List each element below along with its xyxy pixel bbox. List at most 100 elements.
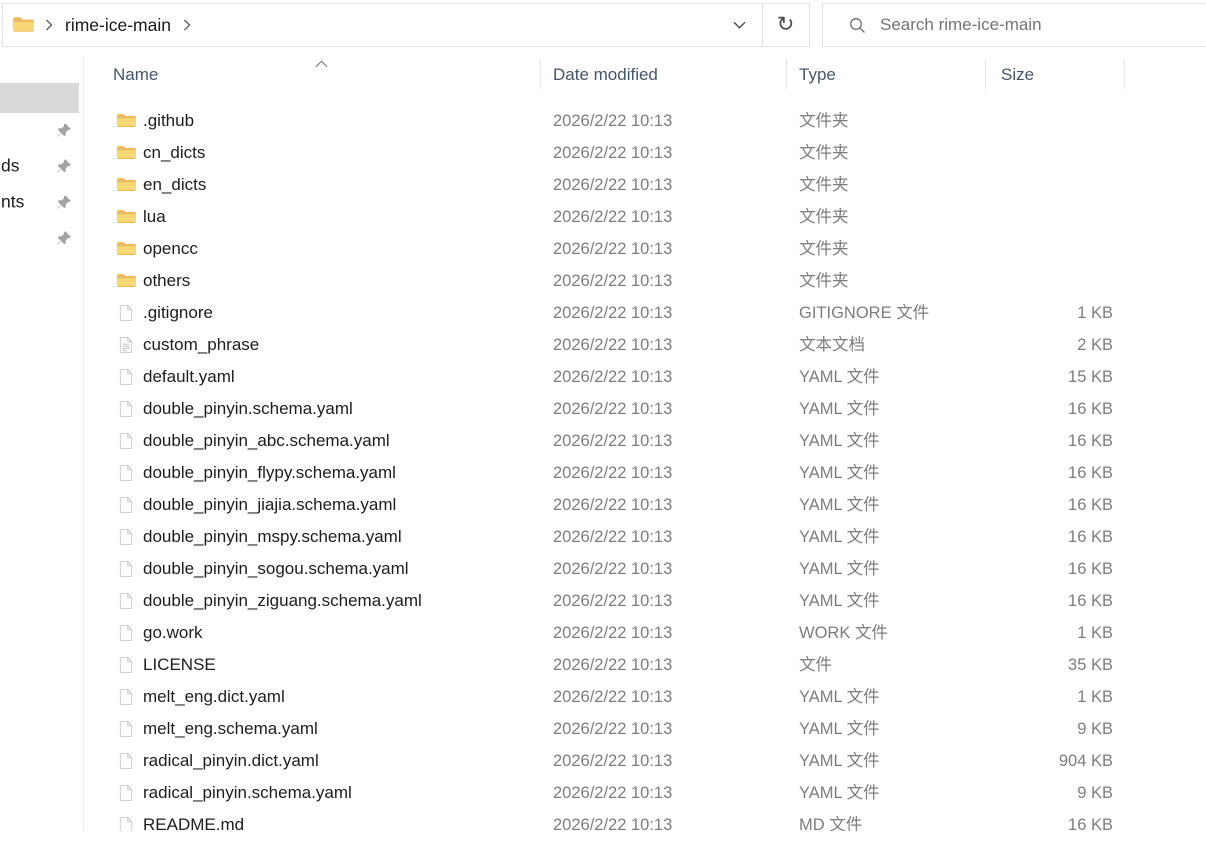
folder-icon <box>116 145 136 161</box>
file-row[interactable]: double_pinyin_mspy.schema.yaml 2026/2/22… <box>84 521 1206 553</box>
pin-icon <box>56 122 72 138</box>
file-date-modified: 2026/2/22 10:13 <box>553 393 672 425</box>
file-name: default.yaml <box>143 361 235 393</box>
file-name: double_pinyin_abc.schema.yaml <box>143 425 390 457</box>
file-size: 16 KB <box>1068 585 1113 617</box>
file-size: 16 KB <box>1068 809 1113 831</box>
file-row[interactable]: radical_pinyin.schema.yaml 2026/2/22 10:… <box>84 777 1206 809</box>
file-size: 9 KB <box>1077 713 1113 745</box>
file-row[interactable]: README.md 2026/2/22 10:13 MD 文件 16 KB <box>84 809 1206 831</box>
file-size: 1 KB <box>1077 681 1113 713</box>
file-type: YAML 文件 <box>799 489 880 521</box>
file-row[interactable]: custom_phrase 2026/2/22 10:13 文本文档 2 KB <box>84 329 1206 361</box>
sidebar-item[interactable]: nts <box>0 184 83 220</box>
column-divider[interactable] <box>786 59 787 90</box>
file-row[interactable]: double_pinyin.schema.yaml 2026/2/22 10:1… <box>84 393 1206 425</box>
file-name: cn_dicts <box>143 137 205 169</box>
file-icon <box>119 400 133 418</box>
file-row[interactable]: melt_eng.schema.yaml 2026/2/22 10:13 YAM… <box>84 713 1206 745</box>
column-header-type[interactable]: Type <box>799 65 836 85</box>
file-row[interactable]: others 2026/2/22 10:13 文件夹 <box>84 265 1206 297</box>
sort-ascending-icon <box>315 55 328 73</box>
file-size: 2 KB <box>1077 329 1113 361</box>
sidebar-item[interactable]: ds <box>0 148 83 184</box>
file-type: YAML 文件 <box>799 553 880 585</box>
file-row[interactable]: en_dicts 2026/2/22 10:13 文件夹 <box>84 169 1206 201</box>
search-box[interactable]: Search rime-ice-main <box>822 3 1206 47</box>
column-divider[interactable] <box>1124 59 1125 90</box>
file-icon <box>119 592 133 610</box>
file-type: YAML 文件 <box>799 425 880 457</box>
file-type: 文件夹 <box>799 265 849 297</box>
file-row[interactable]: double_pinyin_ziguang.schema.yaml 2026/2… <box>84 585 1206 617</box>
folder-icon <box>116 113 136 129</box>
file-type: 文件夹 <box>799 137 849 169</box>
file-row[interactable]: go.work 2026/2/22 10:13 WORK 文件 1 KB <box>84 617 1206 649</box>
file-name: radical_pinyin.dict.yaml <box>143 745 319 777</box>
file-row[interactable]: melt_eng.dict.yaml 2026/2/22 10:13 YAML … <box>84 681 1206 713</box>
file-date-modified: 2026/2/22 10:13 <box>553 553 672 585</box>
file-type: YAML 文件 <box>799 393 880 425</box>
file-size: 16 KB <box>1068 553 1113 585</box>
file-row[interactable]: LICENSE 2026/2/22 10:13 文件 35 KB <box>84 649 1206 681</box>
pin-icon <box>56 194 72 210</box>
file-name: others <box>143 265 190 297</box>
file-type: 文本文档 <box>799 329 865 361</box>
file-date-modified: 2026/2/22 10:13 <box>553 681 672 713</box>
file-icon <box>119 432 133 450</box>
file-date-modified: 2026/2/22 10:13 <box>553 329 672 361</box>
column-header-name[interactable]: Name <box>113 65 158 85</box>
folder-icon <box>116 177 136 193</box>
file-type: YAML 文件 <box>799 745 880 777</box>
file-date-modified: 2026/2/22 10:13 <box>553 137 672 169</box>
file-type: 文件夹 <box>799 169 849 201</box>
file-icon <box>119 528 133 546</box>
file-row[interactable]: .github 2026/2/22 10:13 文件夹 <box>84 105 1206 137</box>
file-name: melt_eng.dict.yaml <box>143 681 285 713</box>
breadcrumb-segment[interactable]: rime-ice-main <box>65 15 171 36</box>
breadcrumb-chevron-icon[interactable] <box>183 19 191 31</box>
pin-icon <box>56 230 72 246</box>
file-row[interactable]: opencc 2026/2/22 10:13 文件夹 <box>84 233 1206 265</box>
file-row[interactable]: .gitignore 2026/2/22 10:13 GITIGNORE 文件 … <box>84 297 1206 329</box>
sidebar-item[interactable] <box>0 112 83 148</box>
column-header-date-modified[interactable]: Date modified <box>553 65 658 85</box>
file-name: README.md <box>143 809 244 831</box>
file-name: custom_phrase <box>143 329 259 361</box>
sidebar-selected-item[interactable] <box>0 83 79 113</box>
address-dropdown-chevron-icon[interactable] <box>733 21 746 29</box>
file-type: YAML 文件 <box>799 777 880 809</box>
file-icon <box>119 560 133 578</box>
file-name: double_pinyin_mspy.schema.yaml <box>143 521 402 553</box>
file-row[interactable]: double_pinyin_sogou.schema.yaml 2026/2/2… <box>84 553 1206 585</box>
file-size: 1 KB <box>1077 617 1113 649</box>
refresh-icon: ↻ <box>777 14 795 35</box>
breadcrumb-chevron-icon[interactable] <box>45 19 53 31</box>
file-row[interactable]: lua 2026/2/22 10:13 文件夹 <box>84 201 1206 233</box>
file-row[interactable]: default.yaml 2026/2/22 10:13 YAML 文件 15 … <box>84 361 1206 393</box>
text-file-icon <box>119 336 133 354</box>
file-name: LICENSE <box>143 649 216 681</box>
file-row[interactable]: double_pinyin_jiajia.schema.yaml 2026/2/… <box>84 489 1206 521</box>
refresh-button[interactable]: ↻ <box>762 3 810 47</box>
file-type: 文件夹 <box>799 105 849 137</box>
file-name: lua <box>143 201 166 233</box>
file-size: 16 KB <box>1068 489 1113 521</box>
file-row[interactable]: double_pinyin_flypy.schema.yaml 2026/2/2… <box>84 457 1206 489</box>
column-divider[interactable] <box>540 59 541 90</box>
file-row[interactable]: radical_pinyin.dict.yaml 2026/2/22 10:13… <box>84 745 1206 777</box>
file-date-modified: 2026/2/22 10:13 <box>553 105 672 137</box>
file-name: double_pinyin_sogou.schema.yaml <box>143 553 409 585</box>
file-row[interactable]: cn_dicts 2026/2/22 10:13 文件夹 <box>84 137 1206 169</box>
column-header-size[interactable]: Size <box>1001 65 1034 85</box>
column-divider[interactable] <box>985 59 986 90</box>
file-icon <box>119 688 133 706</box>
file-row[interactable]: double_pinyin_abc.schema.yaml 2026/2/22 … <box>84 425 1206 457</box>
file-icon <box>119 720 133 738</box>
file-type: 文件 <box>799 649 832 681</box>
file-icon <box>119 624 133 642</box>
file-name: double_pinyin.schema.yaml <box>143 393 353 425</box>
address-bar[interactable]: rime-ice-main <box>2 3 763 47</box>
sidebar-item[interactable] <box>0 220 83 256</box>
search-placeholder: Search rime-ice-main <box>880 15 1042 35</box>
